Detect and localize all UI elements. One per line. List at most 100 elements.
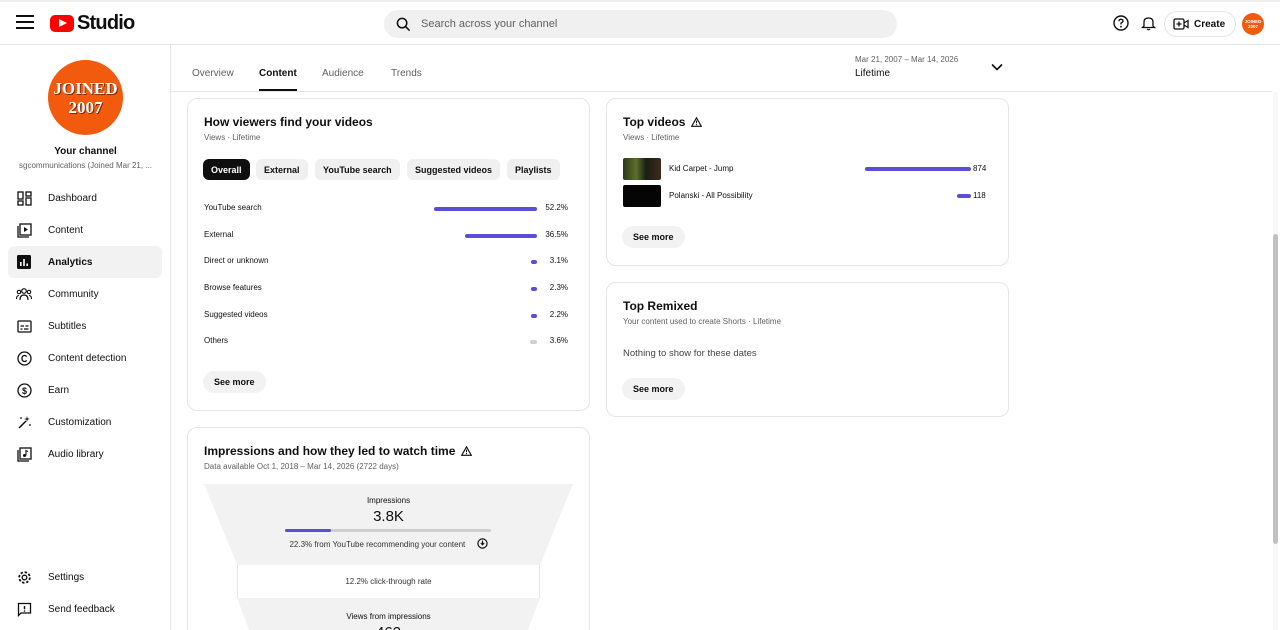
date-range-text: Mar 21, 2007 – Mar 14, 2026: [855, 55, 959, 64]
top-remixed-card: Top Remixed Your content used to create …: [606, 282, 1009, 417]
search-bar[interactable]: [384, 10, 897, 38]
video-views-bar: [956, 194, 971, 198]
account-avatar[interactable]: JOINED 2007: [1242, 13, 1264, 35]
sidebar-item-label: Settings: [48, 571, 85, 583]
empty-state-text: Nothing to show for these dates: [623, 348, 757, 359]
card-title-text: Impressions and how they led to watch ti…: [204, 444, 456, 458]
chip-overall[interactable]: Overall: [203, 159, 250, 180]
logo-text: Studio: [77, 12, 135, 34]
menu-icon[interactable]: [16, 15, 34, 31]
scrollbar-track[interactable]: [1273, 92, 1278, 630]
video-row[interactable]: Kid Carpet - Jump 874: [623, 158, 993, 180]
search-icon: [396, 17, 411, 31]
video-row[interactable]: Polanski - All Possibility 118: [623, 185, 993, 207]
source-bar: [530, 260, 537, 264]
tab-content[interactable]: Content: [259, 68, 297, 79]
tab-trends[interactable]: Trends: [391, 68, 422, 79]
sidebar-item-settings[interactable]: Settings: [8, 561, 162, 593]
channel-subtitle: sgcommunications (Joined Mar 21, ...: [19, 161, 152, 170]
sidebar-item-label: Send feedback: [48, 603, 115, 615]
dashboard-icon: [16, 190, 32, 206]
tab-audience[interactable]: Audience: [322, 68, 364, 79]
source-bar: [531, 287, 537, 291]
sidebar-item-customization[interactable]: Customization: [8, 406, 162, 438]
impressions-card: Impressions and how they led to watch ti…: [187, 427, 590, 630]
warning-icon[interactable]: [691, 117, 703, 127]
sidebar-item-dashboard[interactable]: Dashboard: [8, 182, 162, 214]
sidebar-item-label: Community: [48, 288, 99, 300]
source-row[interactable]: YouTube search 52.2%: [204, 203, 570, 217]
avatar-text-line2: 2007: [68, 97, 103, 117]
gear-icon: [16, 569, 32, 585]
audio-library-icon: [16, 446, 32, 462]
chip-youtube-search[interactable]: YouTube search: [315, 159, 400, 180]
chip-suggested-videos[interactable]: Suggested videos: [407, 159, 501, 180]
scrollbar-thumb[interactable]: [1273, 234, 1278, 544]
sidebar-item-audio-library[interactable]: Audio library: [8, 438, 162, 470]
source-row[interactable]: Browse features 2.3%: [204, 283, 570, 297]
card-title-text: Top videos: [623, 115, 686, 129]
funnel-impressions-stage: Impressions 3.8K 22.3% from YouTube reco…: [204, 484, 573, 565]
active-tab-indicator: [259, 89, 297, 91]
video-title[interactable]: Kid Carpet - Jump: [669, 164, 733, 173]
source-label: Direct or unknown: [204, 256, 269, 265]
studio-logo[interactable]: Studio: [50, 12, 135, 35]
video-title[interactable]: Polanski - All Possibility: [669, 191, 753, 200]
sidebar-item-content[interactable]: Content: [8, 214, 162, 246]
funnel-views-stage: Views from impressions 462: [237, 598, 540, 630]
chevron-down-icon[interactable]: [991, 63, 1003, 71]
date-range-picker[interactable]: Mar 21, 2007 – Mar 14, 2026 Lifetime: [855, 55, 958, 79]
source-value: 3.6%: [549, 336, 568, 345]
see-more-button[interactable]: See more: [622, 226, 685, 248]
source-bar: [531, 314, 537, 318]
help-icon[interactable]: [1113, 15, 1129, 31]
create-button[interactable]: Create: [1164, 11, 1237, 37]
see-more-button[interactable]: See more: [622, 378, 685, 400]
source-label: YouTube search: [204, 203, 262, 212]
copyright-icon: [16, 350, 32, 366]
see-more-button[interactable]: See more: [203, 371, 266, 393]
create-video-icon: [1173, 18, 1189, 30]
source-row[interactable]: Direct or unknown 3.1%: [204, 256, 570, 270]
sidebar-item-earn[interactable]: $ Earn: [8, 374, 162, 406]
card-title: How viewers find your videos: [204, 115, 373, 129]
recommendation-fill: [285, 529, 331, 532]
source-value: 3.1%: [549, 256, 568, 265]
tab-overview[interactable]: Overview: [192, 68, 234, 79]
channel-avatar[interactable]: JOINED 2007: [48, 60, 123, 135]
svg-text:$: $: [21, 386, 26, 396]
chip-playlists[interactable]: Playlists: [507, 159, 560, 180]
sidebar-item-analytics[interactable]: Analytics: [8, 246, 162, 278]
source-bar: [529, 340, 537, 344]
source-row[interactable]: External 36.5%: [204, 230, 570, 244]
sidebar-item-subtitles[interactable]: Subtitles: [8, 310, 162, 342]
card-subtitle: Views · Lifetime: [623, 133, 680, 142]
avatar-text-line1: JOINED: [53, 78, 118, 98]
sidebar-item-content-detection[interactable]: Content detection: [8, 342, 162, 374]
card-title: Top videos: [623, 115, 703, 129]
content-icon: [16, 222, 32, 238]
warning-icon[interactable]: [461, 446, 473, 456]
views-value: 462: [237, 624, 540, 630]
sidebar-item-label: Earn: [48, 384, 70, 396]
youtube-logo-icon: [50, 15, 74, 32]
sidebar-item-community[interactable]: Community: [8, 278, 162, 310]
search-input[interactable]: [421, 18, 861, 30]
chip-external[interactable]: External: [256, 159, 308, 180]
source-label: External: [204, 230, 234, 239]
magic-wand-icon: [16, 414, 32, 430]
sidebar-item-feedback[interactable]: Send feedback: [8, 593, 162, 625]
date-period-text: Lifetime: [855, 68, 891, 79]
subtitles-icon: [16, 318, 32, 334]
notifications-bell-icon[interactable]: [1141, 15, 1156, 31]
info-icon[interactable]: [476, 538, 488, 549]
analytics-icon: [16, 254, 32, 270]
card-title: Impressions and how they led to watch ti…: [204, 444, 473, 458]
video-thumbnail[interactable]: [623, 158, 661, 180]
source-row[interactable]: Suggested videos 2.2%: [204, 310, 570, 324]
top-videos-card: Top videos Views · Lifetime Kid Carpet -…: [606, 98, 1009, 266]
create-label: Create: [1194, 18, 1226, 30]
video-thumbnail[interactable]: [623, 185, 661, 207]
source-row[interactable]: Others 3.6%: [204, 336, 570, 350]
source-value: 36.5%: [545, 230, 568, 239]
